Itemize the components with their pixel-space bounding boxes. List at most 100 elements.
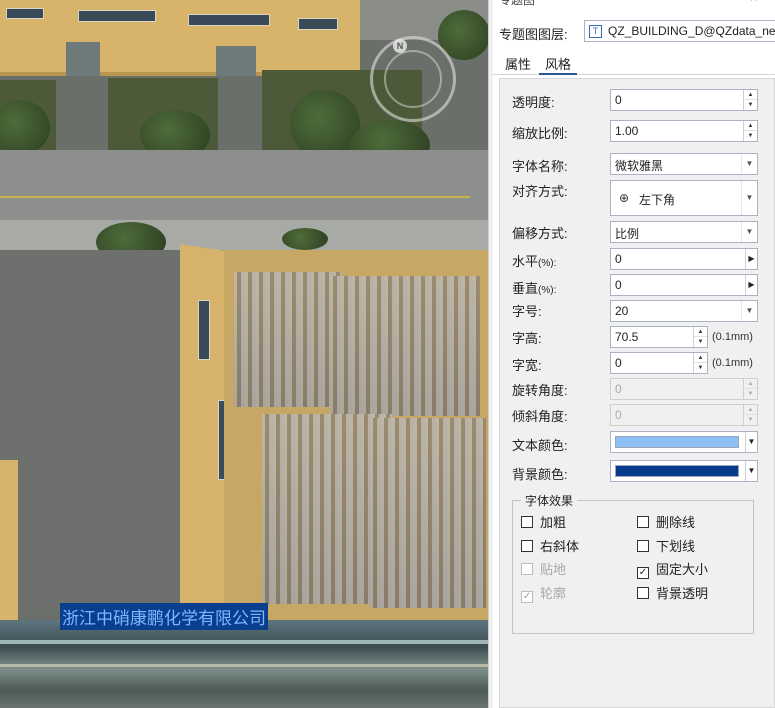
scale-label: 缩放比例: — [512, 126, 568, 141]
building-window — [198, 300, 210, 360]
spinner-buttons[interactable]: ▲ ▼ — [743, 90, 757, 110]
chevron-down-icon[interactable]: ▼ — [741, 222, 757, 242]
horizontal-label: 水平(%): — [512, 254, 557, 269]
thematic-map-panel: 专题图 × 专题图图层: T QZ_BUILDING_D@QZdata_news… — [493, 0, 775, 708]
checkbox-clamp-to-ground[interactable]: 贴地 — [521, 559, 566, 578]
style-form: 透明度: 0 ▲ ▼ 缩放比例: 1.00 ▲ ▼ 字体名称: 微软雅黑 ▼ 对齐方… — [499, 78, 775, 708]
map-text-label: 浙江中硝康鹏化学有限公司 — [60, 603, 268, 630]
spin-up-icon[interactable]: ▲ — [744, 379, 757, 389]
font-height-spinner[interactable]: 70.5 ▲ ▼ — [610, 326, 708, 348]
scale-spinner[interactable]: 1.00 ▲ ▼ — [610, 120, 758, 142]
alignment-value: 左下角 — [639, 193, 676, 207]
bg-color-picker[interactable]: ▼ — [610, 460, 758, 482]
rotation-value: 0 — [615, 382, 622, 396]
checkbox-label: 背景透明 — [656, 586, 709, 601]
layer-value: QZ_BUILDING_D@QZdata_newsj — [608, 24, 775, 38]
checkbox-label: 贴地 — [540, 562, 567, 577]
checkbox-italic[interactable]: 右斜体 — [521, 536, 579, 555]
road — [0, 150, 490, 220]
spin-up-icon[interactable]: ▲ — [744, 121, 757, 131]
checkbox-transparent-bg[interactable]: 背景透明 — [637, 583, 708, 602]
text-color-picker[interactable]: ▼ — [610, 431, 758, 453]
vertical-field[interactable]: 0 ▶ — [610, 274, 758, 296]
sidewalk — [0, 220, 490, 250]
italic-angle-spinner[interactable]: 0 ▲ ▼ — [610, 404, 758, 426]
offset-mode-label: 偏移方式: — [512, 226, 568, 241]
spin-down-icon[interactable]: ▼ — [694, 363, 707, 373]
vertical-label: 垂直(%): — [512, 281, 557, 296]
checkbox-underline[interactable]: 下划线 — [637, 536, 695, 555]
panel-close-button[interactable]: × — [750, 0, 757, 5]
building-door — [66, 42, 100, 76]
checkbox-box — [637, 540, 649, 552]
spin-down-icon[interactable]: ▼ — [694, 337, 707, 347]
building-top — [0, 0, 360, 76]
checkbox-fixed-size[interactable]: ✓ 固定大小 — [637, 559, 708, 579]
tree — [282, 228, 328, 250]
checkbox-label: 固定大小 — [656, 562, 709, 577]
spin-up-icon[interactable]: ▲ — [694, 327, 707, 337]
font-name-combo[interactable]: 微软雅黑 ▼ — [610, 153, 758, 175]
checkbox-label: 加粗 — [540, 515, 567, 530]
anchor-bottom-left-icon: ⊕ — [619, 191, 630, 205]
building-window — [78, 10, 156, 22]
pipe — [0, 664, 490, 667]
tab-style[interactable]: 风格 — [539, 54, 578, 75]
checkbox-box — [637, 516, 649, 528]
tab-bar: 属性 风格 — [493, 51, 775, 75]
checkbox-strikethrough[interactable]: 删除线 — [637, 512, 695, 531]
chevron-down-icon[interactable]: ▼ — [741, 181, 757, 215]
bg-color-swatch — [615, 465, 739, 477]
rotation-spinner[interactable]: 0 ▲ ▼ — [610, 378, 758, 400]
spin-up-icon[interactable]: ▲ — [694, 353, 707, 363]
font-width-label: 字宽: — [512, 358, 542, 373]
horizontal-value: 0 — [615, 252, 622, 266]
font-size-combo[interactable]: 20 ▼ — [610, 300, 758, 322]
spin-down-icon[interactable]: ▼ — [744, 389, 757, 399]
compass-control[interactable]: N — [370, 36, 456, 122]
spinner-buttons[interactable]: ▲ ▼ — [693, 327, 707, 347]
compass-north-icon: N — [393, 39, 407, 53]
vertical-value: 0 — [615, 278, 622, 292]
chevron-down-icon[interactable]: ▼ — [745, 461, 757, 481]
layer-label: 专题图图层: — [499, 27, 568, 42]
spinner-buttons[interactable]: ▲ ▼ — [743, 405, 757, 425]
rotation-label: 旋转角度: — [512, 383, 568, 398]
spin-down-icon[interactable]: ▼ — [744, 100, 757, 110]
chevron-down-icon[interactable]: ▼ — [745, 432, 757, 452]
font-name-value: 微软雅黑 — [615, 159, 664, 173]
map-3d-scene[interactable]: N 浙江中硝康鹏化学有限公司 — [0, 0, 490, 708]
spinner-buttons[interactable]: ▲ ▼ — [743, 379, 757, 399]
checkbox-bold[interactable]: 加粗 — [521, 512, 566, 531]
chevron-down-icon[interactable]: ▼ — [741, 154, 757, 174]
play-arrow-icon[interactable]: ▶ — [745, 249, 757, 269]
checkbox-box — [521, 516, 533, 528]
font-height-value: 70.5 — [615, 330, 639, 344]
horizontal-field[interactable]: 0 ▶ — [610, 248, 758, 270]
italic-angle-value: 0 — [615, 408, 622, 422]
checkbox-outline[interactable]: ✓ 轮廓 — [521, 583, 566, 603]
spinner-buttons[interactable]: ▲ ▼ — [743, 121, 757, 141]
font-width-spinner[interactable]: 0 ▲ ▼ — [610, 352, 708, 374]
spin-down-icon[interactable]: ▼ — [744, 131, 757, 141]
checkbox-label: 删除线 — [656, 515, 696, 530]
alignment-combo[interactable]: ⊕ 左下角 ▼ — [610, 180, 758, 216]
spin-down-icon[interactable]: ▼ — [744, 415, 757, 425]
checkbox-box: ✓ — [637, 567, 649, 579]
font-size-value: 20 — [615, 304, 629, 318]
tab-properties[interactable]: 属性 — [499, 54, 537, 75]
scale-value: 1.00 — [615, 124, 639, 138]
spin-up-icon[interactable]: ▲ — [744, 90, 757, 100]
spin-up-icon[interactable]: ▲ — [744, 405, 757, 415]
offset-mode-combo[interactable]: 比例 ▼ — [610, 221, 758, 243]
italic-angle-label: 倾斜角度: — [512, 409, 568, 424]
spinner-buttons[interactable]: ▲ ▼ — [693, 353, 707, 373]
transparency-spinner[interactable]: 0 ▲ ▼ — [610, 89, 758, 111]
text-color-swatch — [615, 436, 739, 448]
chevron-down-icon[interactable]: ▼ — [741, 301, 757, 321]
courtyard — [0, 250, 200, 610]
checkbox-box — [521, 540, 533, 552]
layer-selector[interactable]: T QZ_BUILDING_D@QZdata_newsj — [584, 20, 775, 42]
play-arrow-icon[interactable]: ▶ — [745, 275, 757, 295]
checkbox-box — [637, 587, 649, 599]
